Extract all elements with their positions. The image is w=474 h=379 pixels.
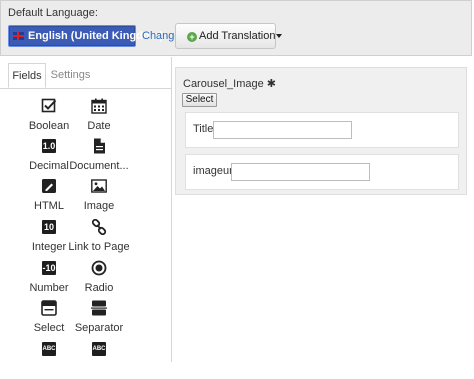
tab-settings[interactable]: Settings <box>48 63 93 88</box>
title-input[interactable] <box>213 121 352 139</box>
number-icon: -10 <box>42 261 56 275</box>
field-link-to-page[interactable]: Link to Page <box>63 219 135 257</box>
subfield-imageurl-label: imageurl <box>193 165 236 177</box>
language-selector-button[interactable]: English (United Kingdom) <box>8 25 163 47</box>
separator-icon <box>91 300 107 316</box>
image-icon <box>91 179 107 193</box>
panel-tabs: Fields Settings <box>0 61 171 89</box>
checkbox-icon <box>41 98 57 113</box>
add-translation-button[interactable]: + Add Translation <box>175 23 283 49</box>
field-editor-panel: Carousel_Image ✱ Select Title imageurl <box>175 67 467 195</box>
select-button[interactable]: Select <box>182 93 217 107</box>
plus-icon: + <box>187 32 197 42</box>
text-area-icon: ABC <box>91 341 107 357</box>
field-text-area[interactable]: ABC <box>63 341 135 379</box>
field-date[interactable]: Date <box>63 98 135 136</box>
integer-icon: 10 <box>42 220 56 234</box>
field-radio[interactable]: Radio <box>63 260 135 298</box>
text-field-icon: ABC <box>41 341 57 357</box>
uk-flag-icon <box>13 32 24 40</box>
imageurl-input[interactable] <box>231 163 370 181</box>
field-title: Carousel_Image ✱ <box>183 77 276 90</box>
document-icon <box>94 138 105 154</box>
html-edit-icon <box>42 179 56 193</box>
field-title-text: Carousel_Image <box>183 78 264 90</box>
field-document[interactable]: Document... <box>63 138 135 176</box>
fields-panel: Fields Settings Boolean Date 1.0 Decimal <box>0 57 172 362</box>
subfield-title-label: Title <box>193 123 214 135</box>
add-translation-label: Add Translation <box>199 30 276 42</box>
field-separator[interactable]: Separator <box>63 300 135 338</box>
required-asterisk-icon: ✱ <box>266 78 276 90</box>
field-image[interactable]: Image <box>63 178 135 216</box>
radio-icon <box>91 260 107 276</box>
dropdown-caret-icon <box>276 34 283 38</box>
subfield-title: Title <box>185 112 459 148</box>
select-icon <box>41 300 57 316</box>
default-language-label: Default Language: <box>8 7 98 19</box>
link-icon <box>91 219 107 235</box>
subfield-imageurl: imageurl <box>185 154 459 190</box>
tab-fields[interactable]: Fields <box>8 63 46 88</box>
language-bar: Default Language: English (United Kingdo… <box>0 0 472 56</box>
calendar-icon <box>91 98 107 114</box>
decimal-icon: 1.0 <box>42 139 56 153</box>
